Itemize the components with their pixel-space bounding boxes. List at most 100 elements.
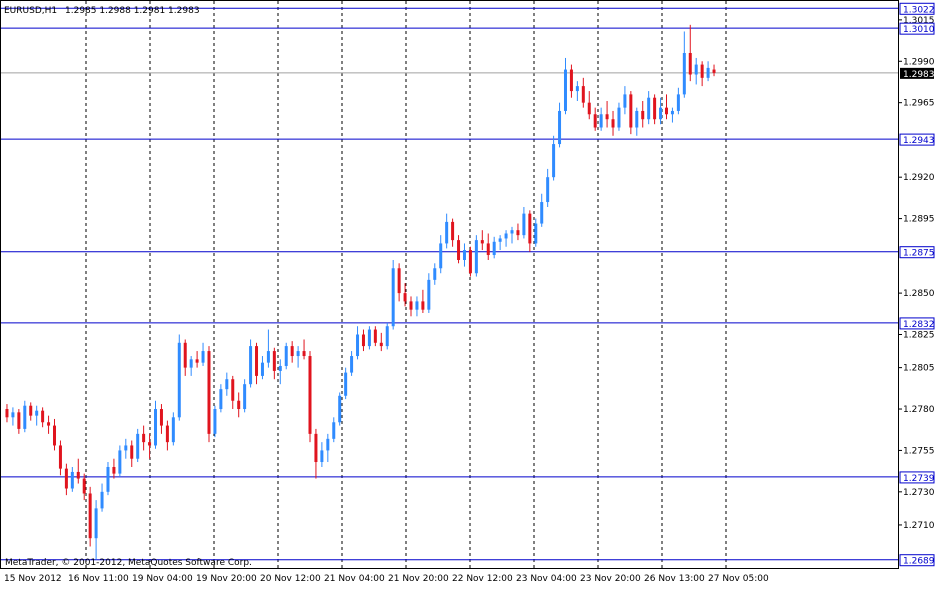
candle [106, 462, 110, 496]
candle-body [534, 223, 538, 244]
candle-body [486, 243, 490, 256]
candle-body [308, 356, 312, 434]
y-tick-label: 1.2895 [903, 215, 935, 225]
candle-body [106, 466, 110, 492]
candle-body [516, 230, 520, 236]
candle-body [201, 351, 205, 363]
y-tick-label: 1.2920 [903, 173, 935, 183]
candle-body [41, 410, 45, 423]
candle-body [510, 230, 514, 234]
candle-body [130, 445, 134, 459]
current-price-label: 1.2983 [903, 70, 935, 80]
candle-body [498, 238, 502, 242]
candle-body [694, 64, 698, 75]
candle-body [373, 329, 377, 343]
candle-body [154, 409, 158, 446]
x-tick-label: 27 Nov 05:00 [708, 574, 769, 584]
candle-body [403, 293, 407, 302]
candle-body [118, 450, 122, 474]
candle-body [409, 301, 413, 310]
candle-body [165, 425, 169, 443]
candle-body [659, 107, 663, 120]
candle-body [581, 86, 585, 103]
candle-body [159, 409, 163, 426]
candle-body [439, 243, 443, 269]
level-price-label: 1.2832 [903, 320, 935, 330]
candle-body [629, 94, 633, 128]
candle-body [457, 240, 461, 260]
candle-body [70, 471, 74, 489]
candle-body [213, 409, 217, 434]
candle-body [653, 97, 657, 120]
candle-body [676, 94, 680, 111]
candle-body [290, 346, 294, 357]
level-price-label: 1.3010 [903, 25, 935, 35]
candle-body [421, 301, 425, 310]
candle-body [284, 346, 288, 366]
candle-body [64, 468, 68, 489]
candle-body [611, 119, 615, 128]
candle-body [451, 221, 455, 241]
y-tick-label: 1.2755 [903, 446, 935, 456]
candle-body [575, 86, 579, 92]
candle-body [462, 250, 466, 260]
candle [171, 412, 175, 446]
x-tick-label: 21 Nov 20:00 [388, 574, 449, 584]
level-price-label: 1.2943 [903, 136, 935, 146]
x-tick-label: 20 Nov 12:00 [260, 574, 321, 584]
candlestick-chart: 1.30151.29901.29651.29201.28951.28501.28… [0, 0, 935, 584]
x-tick-label: 23 Nov 04:00 [516, 574, 577, 584]
ohlc-label: 1.2985 1.2988 1.2981 1.2983 [65, 6, 200, 16]
x-tick-label: 22 Nov 12:00 [452, 574, 513, 584]
candle-body [593, 114, 597, 128]
y-tick-label: 1.2730 [903, 488, 935, 498]
candle-body [302, 351, 306, 357]
candle-body [706, 67, 710, 78]
candle-body [47, 422, 51, 426]
candle-body [29, 405, 33, 416]
x-tick-label: 16 Nov 11:00 [68, 574, 129, 584]
candle-body [260, 362, 264, 376]
candle-body [670, 110, 674, 115]
candle-body [183, 342, 187, 368]
candle [284, 342, 288, 370]
candle-body [314, 433, 318, 463]
candle [249, 339, 253, 388]
candle-body [249, 346, 253, 385]
candle [367, 326, 371, 350]
candle-body [11, 412, 15, 418]
candle-body [647, 97, 651, 120]
candle [88, 486, 92, 547]
candle-body [700, 64, 704, 78]
candle-body [397, 268, 401, 294]
candle-body [112, 466, 116, 474]
candle-body [5, 409, 9, 418]
candle [308, 351, 312, 443]
price-axis: 1.30151.29901.29651.29201.28951.28501.28… [898, 2, 935, 567]
candle-body [148, 442, 152, 446]
level-price-label: 1.2739 [903, 474, 935, 484]
candle-body [474, 240, 478, 274]
candle-body [237, 400, 241, 410]
candle-body [278, 365, 282, 371]
chart-window: 1.3015 1.2990 1.2965 1.2920 1.2895 1.2850 1.28… [0, 0, 936, 586]
candle-body [17, 412, 21, 429]
candle-body [23, 405, 27, 429]
x-tick-label: 19 Nov 04:00 [132, 574, 193, 584]
candle-body [100, 491, 104, 509]
candle-body [445, 221, 449, 244]
candle-body [480, 240, 484, 244]
candle-body [391, 268, 395, 327]
candle-body [433, 268, 437, 280]
candle-body [207, 351, 211, 434]
level-price-label: 1.3022 [903, 5, 935, 15]
candle [213, 405, 217, 438]
candle-body [641, 110, 645, 120]
candle-body [605, 114, 609, 120]
candle-body [255, 346, 259, 376]
candle-body [546, 177, 550, 203]
candle-body [338, 395, 342, 423]
candle-body [53, 425, 57, 446]
candle-body [243, 384, 247, 410]
candle-body [136, 433, 140, 459]
